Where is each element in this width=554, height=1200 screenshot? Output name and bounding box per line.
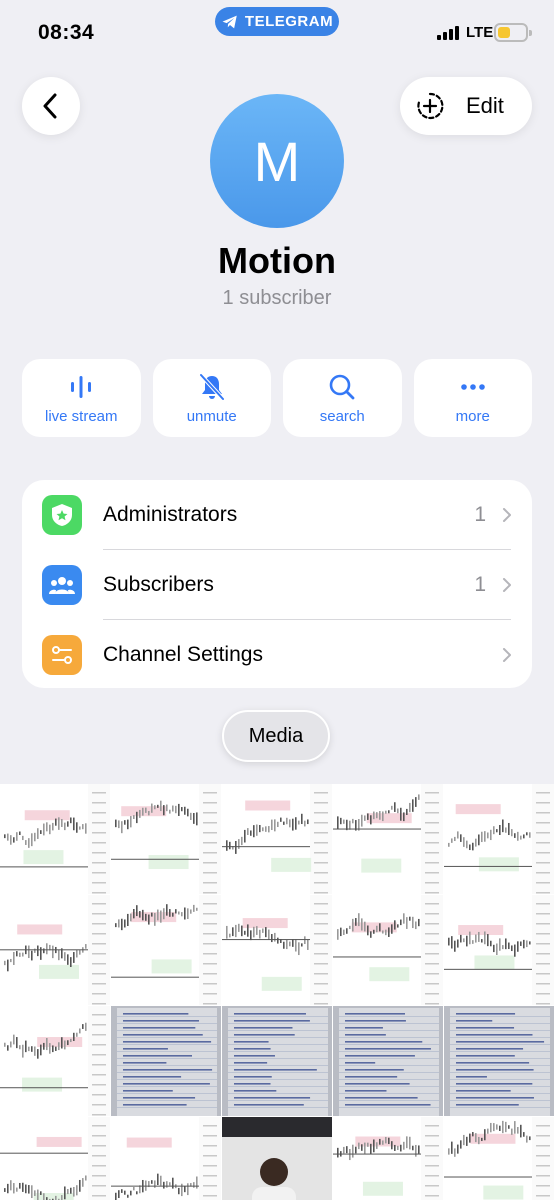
media-thumbnail[interactable] — [111, 1117, 221, 1200]
add-story-icon — [417, 92, 444, 120]
subscriber-count: 1 subscriber — [222, 287, 332, 309]
media-thumbnail[interactable] — [444, 895, 554, 1005]
more-label: more — [455, 407, 490, 425]
media-thumbnail[interactable] — [333, 1117, 443, 1200]
media-thumbnail[interactable] — [333, 784, 443, 894]
search-label: search — [319, 407, 365, 425]
edit-button[interactable]: Edit — [400, 77, 532, 135]
media-thumbnail[interactable] — [111, 1006, 221, 1116]
search-button[interactable]: search — [283, 359, 402, 437]
administrators-label: Administrators — [103, 502, 238, 526]
media-thumbnail[interactable] — [0, 784, 110, 894]
media-thumbnail[interactable] — [222, 1006, 332, 1116]
list-item-subscribers[interactable]: Subscribers 1 — [22, 550, 532, 619]
chevron-right-icon — [503, 507, 511, 522]
edit-label: Edit — [466, 93, 504, 118]
bell-slash-icon — [199, 373, 225, 400]
channel-avatar[interactable]: M — [210, 94, 344, 228]
telegram-icon — [222, 15, 237, 28]
list-item-administrators[interactable]: Administrators 1 — [22, 480, 532, 549]
network-type: LTE — [466, 24, 494, 41]
telegram-return-pill[interactable]: TELEGRAM — [215, 7, 339, 36]
media-grid — [0, 784, 554, 1200]
media-thumbnail[interactable] — [0, 1006, 110, 1116]
status-bar: 08:34 TELEGRAM LTE — [0, 0, 554, 60]
live-stream-button[interactable]: live stream — [22, 359, 141, 437]
channel-info-list: Administrators 1 Subscribers 1 Channel S… — [22, 480, 532, 688]
back-button[interactable] — [22, 77, 80, 135]
media-thumbnail[interactable] — [222, 1117, 332, 1200]
chevron-left-icon — [43, 93, 57, 119]
subscribers-label: Subscribers — [103, 572, 214, 596]
shield-star-icon — [42, 494, 82, 535]
administrators-count: 1 — [474, 502, 486, 526]
channel-settings-label: Channel Settings — [103, 642, 263, 666]
media-thumbnail[interactable] — [444, 784, 554, 894]
media-thumbnail[interactable] — [0, 895, 110, 1005]
media-thumbnail[interactable] — [0, 1117, 110, 1200]
settings-toggle-icon — [42, 634, 82, 675]
media-thumbnail[interactable] — [333, 1006, 443, 1116]
list-item-channel-settings[interactable]: Channel Settings — [22, 620, 532, 689]
people-icon — [42, 564, 82, 605]
media-thumbnail[interactable] — [111, 784, 221, 894]
channel-name: Motion — [218, 240, 336, 281]
unmute-label: unmute — [186, 407, 237, 425]
chevron-right-icon — [503, 647, 511, 662]
avatar-letter: M — [253, 129, 301, 193]
media-tab[interactable]: Media — [222, 710, 330, 762]
action-buttons: live stream unmute search more — [22, 359, 532, 437]
unmute-button[interactable]: unmute — [152, 359, 271, 437]
telegram-pill-label: TELEGRAM — [244, 13, 334, 30]
media-thumbnail[interactable] — [333, 895, 443, 1005]
media-thumbnail[interactable] — [444, 1006, 554, 1116]
media-tab-label: Media — [248, 724, 304, 747]
media-thumbnail[interactable] — [222, 784, 332, 894]
more-icon — [460, 383, 485, 390]
subscribers-count: 1 — [474, 572, 486, 596]
status-time: 08:34 — [38, 21, 95, 44]
search-icon — [329, 374, 355, 399]
live-stream-label: live stream — [44, 407, 118, 425]
media-thumbnail[interactable] — [444, 1117, 554, 1200]
media-thumbnail[interactable] — [111, 895, 221, 1005]
battery-icon — [494, 23, 532, 42]
chevron-right-icon — [503, 577, 511, 592]
signal-icon — [437, 26, 459, 40]
more-button[interactable]: more — [413, 359, 532, 437]
media-thumbnail[interactable] — [222, 895, 332, 1005]
live-stream-icon — [71, 375, 92, 398]
